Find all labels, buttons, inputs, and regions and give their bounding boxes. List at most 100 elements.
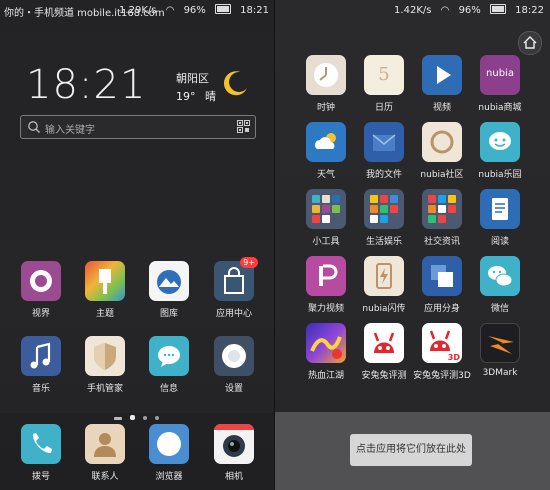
app-label: 应用分身 — [423, 304, 460, 314]
app-drawer-screen: 1.42K/s ◠ 96% 18:22 时钟 5 日历 视频 nubia nub… — [275, 0, 550, 490]
app-clock[interactable]: 时钟 — [296, 55, 356, 113]
smiley-chat-icon — [480, 122, 520, 162]
app-nubia-park[interactable]: nubia乐园 — [470, 122, 530, 180]
app-label: 音乐 — [31, 384, 50, 394]
game-icon — [306, 323, 346, 363]
app-label: 聚力视频 — [307, 304, 344, 314]
temperature: 19° — [176, 90, 196, 103]
app-nubia-community[interactable]: nubia社区 — [412, 122, 472, 180]
app-settings[interactable]: 设置 — [204, 336, 264, 394]
app-label: nubia社区 — [420, 170, 464, 180]
app-label: 主题 — [95, 309, 114, 319]
shield-icon — [85, 336, 125, 376]
drop-hint-button[interactable]: 点击应用将它们放在此处 — [350, 434, 472, 466]
app-label: nubia商城 — [478, 103, 522, 113]
wechat-icon — [480, 256, 520, 296]
battery-icon — [489, 4, 506, 14]
app-clone-icon — [422, 256, 462, 296]
pptv-icon — [306, 256, 346, 296]
app-browser[interactable]: 浏览器 — [139, 424, 199, 482]
app-antutu[interactable]: 安兔兔评测 — [354, 323, 414, 381]
app-music[interactable]: 音乐 — [11, 336, 71, 394]
app-wechat[interactable]: 微信 — [470, 256, 530, 314]
page-indicator[interactable] — [380, 405, 429, 420]
app-dialer[interactable]: 拨号 — [11, 424, 71, 482]
app-label: 生活娱乐 — [365, 237, 402, 247]
clock-icon — [306, 55, 346, 95]
folder-social[interactable]: 社交资讯 — [412, 189, 472, 247]
qr-scan-icon[interactable] — [237, 120, 250, 133]
home-button[interactable] — [518, 31, 542, 55]
folder-icon — [364, 122, 404, 162]
app-camera[interactable]: 相机 — [204, 424, 264, 482]
antutu3d-icon: 3D — [422, 323, 462, 363]
app-clone[interactable]: 应用分身 — [412, 256, 472, 314]
app-label: 我的文件 — [365, 170, 402, 180]
antutu-icon — [364, 323, 404, 363]
app-theme[interactable]: 主题 — [75, 261, 135, 319]
app-label: 视界 — [31, 309, 50, 319]
battery-icon — [214, 4, 231, 14]
app-label: 安兔兔评测 — [361, 371, 407, 381]
weather-location[interactable]: 朝阳区 — [176, 70, 209, 86]
folder-life[interactable]: 生活娱乐 — [354, 189, 414, 247]
contact-icon — [85, 424, 125, 464]
clock-widget[interactable]: 18:21 — [26, 62, 146, 108]
app-label: nubia乐园 — [478, 170, 522, 180]
app-label: 3DMark — [482, 368, 518, 378]
3dmark-icon — [480, 323, 520, 363]
app-label: 联系人 — [91, 472, 119, 482]
camera-lens-icon — [21, 261, 61, 301]
search-bar[interactable]: 输入关键字 — [20, 115, 256, 139]
app-label: 应用中心 — [215, 309, 252, 319]
app-game-rxjh[interactable]: 热血江湖 — [296, 323, 356, 381]
camera-icon — [214, 424, 254, 464]
status-time: 18:22 — [515, 5, 544, 16]
page-indicator[interactable] — [110, 405, 163, 420]
app-label: 图库 — [159, 309, 178, 319]
nubia-logo-text: nubia — [486, 68, 514, 79]
calendar-icon: 5 — [364, 55, 404, 95]
app-phone-manager[interactable]: 手机管家 — [75, 336, 135, 394]
app-3dmark[interactable]: 3DMark — [470, 323, 530, 378]
app-video[interactable]: 视频 — [412, 55, 472, 113]
play-icon — [422, 55, 462, 95]
app-files[interactable]: 我的文件 — [354, 122, 414, 180]
weather-temp[interactable]: 19° 晴 — [176, 88, 216, 104]
community-icon — [422, 122, 462, 162]
settings-dial-icon — [214, 336, 254, 376]
flash-transfer-icon — [364, 256, 404, 296]
folder-tools[interactable]: 小工具 — [296, 189, 356, 247]
app-antutu-3d[interactable]: 3D 安兔兔评测3D — [412, 323, 472, 381]
app-shijie[interactable]: 视界 — [11, 261, 71, 319]
app-label: 手机管家 — [86, 384, 123, 394]
app-reading[interactable]: 阅读 — [470, 189, 530, 247]
app-label: 小工具 — [312, 237, 340, 247]
app-label: 设置 — [224, 384, 243, 394]
notification-badge: 9+ — [240, 257, 258, 268]
app-messages[interactable]: 信息 — [139, 336, 199, 394]
app-label: 视频 — [432, 103, 451, 113]
app-contacts[interactable]: 联系人 — [75, 424, 135, 482]
app-label: 信息 — [159, 384, 178, 394]
nubia-logo-icon: nubia — [480, 55, 520, 95]
music-note-icon — [21, 336, 61, 376]
app-label: 浏览器 — [155, 472, 183, 482]
app-nubia-store[interactable]: nubia nubia商城 — [470, 55, 530, 113]
crescent-moon-icon — [223, 71, 247, 96]
app-center[interactable]: 9+ 应用中心 — [204, 257, 264, 319]
app-nubia-flash[interactable]: nubia闪传 — [354, 256, 414, 314]
weather-condition: 晴 — [205, 90, 216, 103]
app-label: 安兔兔评测3D — [413, 371, 471, 381]
app-label: 拨号 — [31, 472, 50, 482]
cloud-icon — [306, 122, 346, 162]
brush-icon — [85, 261, 125, 301]
app-weather[interactable]: 天气 — [296, 122, 356, 180]
gallery-icon — [149, 261, 189, 301]
app-gallery[interactable]: 图库 — [139, 261, 199, 319]
home-icon — [523, 36, 537, 49]
app-calendar[interactable]: 5 日历 — [354, 55, 414, 113]
app-pptv[interactable]: 聚力视频 — [296, 256, 356, 314]
folder-grid-icon — [364, 189, 404, 229]
app-label: 社交资讯 — [423, 237, 460, 247]
